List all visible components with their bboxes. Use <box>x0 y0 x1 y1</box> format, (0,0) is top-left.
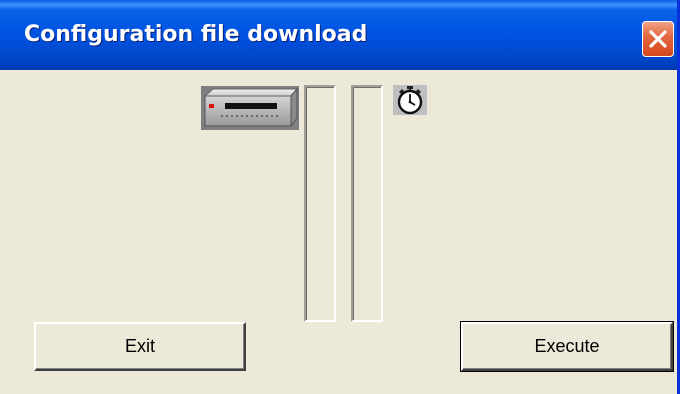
stopwatch-icon <box>393 85 427 115</box>
dialog-window: Configuration file download Exit Execute <box>0 0 680 394</box>
dialog-body: Exit Execute <box>0 70 677 394</box>
window-title: Configuration file download <box>24 22 368 47</box>
time-progress-gauge <box>351 85 383 322</box>
close-button[interactable] <box>642 21 674 57</box>
close-icon <box>649 30 667 48</box>
network-device-icon <box>201 86 299 130</box>
title-bar[interactable]: Configuration file download <box>0 0 677 70</box>
transfer-progress-gauge <box>304 85 336 322</box>
exit-button[interactable]: Exit <box>34 322 246 371</box>
execute-button[interactable]: Execute <box>460 321 674 372</box>
